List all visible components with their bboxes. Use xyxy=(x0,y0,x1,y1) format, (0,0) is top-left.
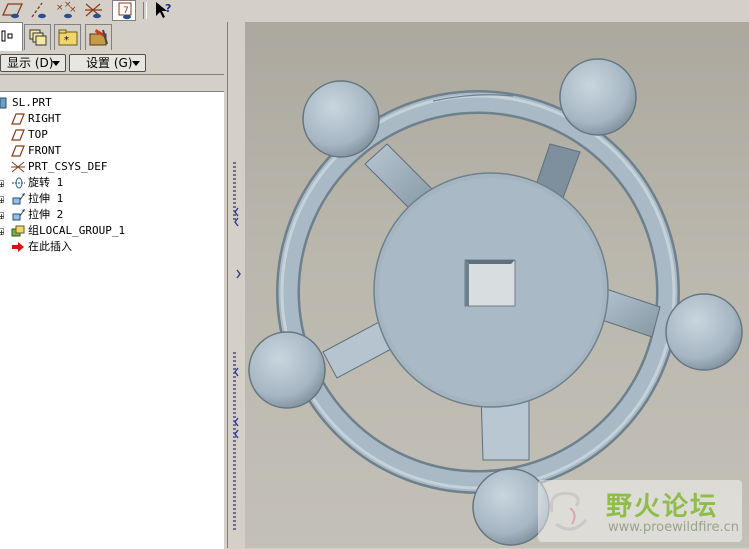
expand-toggle[interactable]: + xyxy=(0,212,5,221)
datum-plane-icon xyxy=(10,144,26,158)
favorites-tab[interactable] xyxy=(85,24,112,50)
forum-watermark: 野火论坛 www.proewildfire.cn xyxy=(538,480,742,542)
show-dropdown[interactable]: 显示 (D) xyxy=(0,54,66,72)
expand-toggle[interactable]: + xyxy=(0,180,5,189)
tree-item-label: PRT_CSYS_DEF xyxy=(28,160,108,173)
toolbar: × × × 7 ? xyxy=(0,0,749,23)
navigator-panel: * 显示 (D) 设置 (G) SL.PRT RIGHT TOP FRONT P… xyxy=(0,22,227,549)
splitter-arrows xyxy=(234,207,241,439)
folder-browser-tab[interactable]: * xyxy=(54,24,81,50)
part-icon xyxy=(0,96,10,110)
forum-logo-icon xyxy=(549,491,588,531)
show-dropdown-label: 显示 (D) xyxy=(7,56,54,70)
model-tree: SL.PRT RIGHT TOP FRONT PRT_CSYS_DEF + 旋转… xyxy=(0,74,224,549)
datum-plane-icon xyxy=(10,128,26,142)
context-help-icon[interactable]: ? xyxy=(152,0,176,21)
graphics-viewport[interactable] xyxy=(245,22,749,548)
csys-icon xyxy=(10,160,26,174)
svg-text:*: * xyxy=(64,35,69,46)
datum-axis-display-icon[interactable] xyxy=(26,0,50,21)
settings-dropdown[interactable]: 设置 (G) xyxy=(69,54,146,72)
navigator-tabs: * xyxy=(0,22,227,51)
svg-text:×: × xyxy=(69,5,77,15)
tree-item-label: 拉伸 1 xyxy=(28,192,64,205)
tree-item-label: 旋转 1 xyxy=(28,176,64,189)
tree-item-label: FRONT xyxy=(28,144,62,157)
chevron-down-icon xyxy=(132,61,140,66)
watermark-url: www.proewildfire.cn xyxy=(608,520,739,535)
datum-point-display-icon[interactable]: × × × xyxy=(54,0,78,21)
handwheel-model xyxy=(248,58,743,546)
revolve-feature-icon xyxy=(10,176,26,190)
model-tree-header xyxy=(0,75,224,92)
expand-toggle[interactable]: + xyxy=(0,228,5,237)
tree-item-label: RIGHT xyxy=(28,112,62,125)
datum-plane-icon xyxy=(10,112,26,126)
expand-toggle[interactable]: + xyxy=(0,196,5,205)
tree-item-label: 组LOCAL_GROUP_1 xyxy=(28,224,126,237)
toolbar-separator xyxy=(143,2,147,19)
settings-dropdown-label: 设置 (G) xyxy=(86,56,133,70)
model-tree-tab[interactable] xyxy=(0,22,23,51)
tree-item-label: SL.PRT xyxy=(12,96,52,109)
insert-here-arrow-icon xyxy=(10,240,26,254)
csys-display-icon[interactable] xyxy=(82,0,106,21)
svg-text:×: × xyxy=(56,3,64,13)
annotation-display-icon[interactable]: 7 xyxy=(112,0,136,21)
watermark-title: 野火论坛 xyxy=(606,492,719,522)
layers-tab[interactable] xyxy=(24,24,51,50)
tree-item-label: TOP xyxy=(28,128,48,141)
tree-item-label: 拉伸 2 xyxy=(28,208,64,221)
datum-plane-display-icon[interactable] xyxy=(0,0,24,21)
extrude-feature-icon xyxy=(10,192,26,206)
svg-text:?: ? xyxy=(165,2,171,15)
square-hole xyxy=(464,259,516,307)
chevron-down-icon xyxy=(52,61,60,66)
tree-item-label: 在此插入 xyxy=(28,240,72,253)
navigator-menu-row: 显示 (D) 设置 (G) xyxy=(0,53,227,73)
panel-splitter[interactable] xyxy=(227,22,246,548)
extrude-feature-icon xyxy=(10,208,26,222)
group-icon xyxy=(10,224,26,238)
svg-text:7: 7 xyxy=(123,6,129,16)
